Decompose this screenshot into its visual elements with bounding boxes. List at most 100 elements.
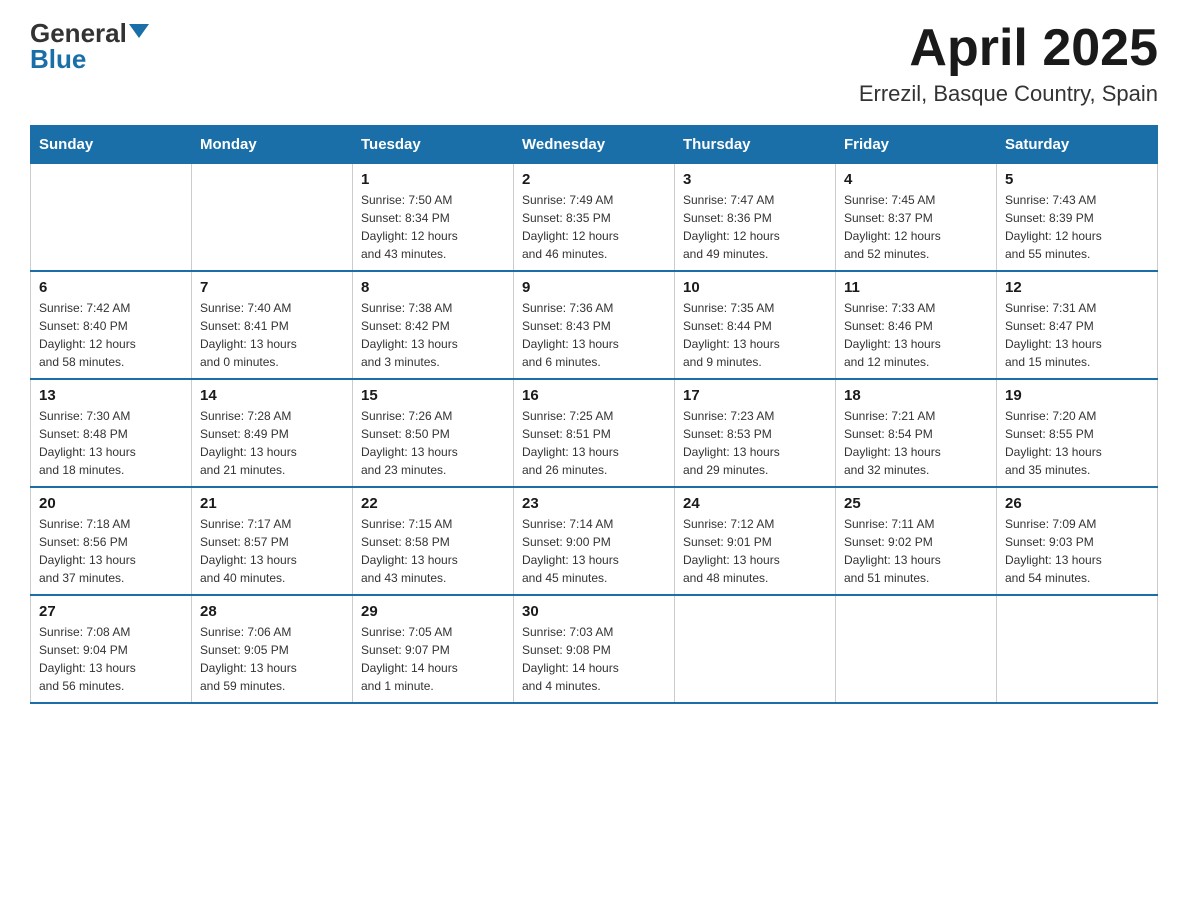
day-info: Sunrise: 7:20 AM Sunset: 8:55 PM Dayligh… (1005, 407, 1149, 479)
header-cell-wednesday: Wednesday (514, 126, 675, 164)
day-info: Sunrise: 7:45 AM Sunset: 8:37 PM Dayligh… (844, 191, 988, 263)
calendar-body: 1Sunrise: 7:50 AM Sunset: 8:34 PM Daylig… (31, 164, 1158, 704)
header-row: SundayMondayTuesdayWednesdayThursdayFrid… (31, 126, 1158, 164)
day-cell: 28 Sunrise: 7:06 AM Sunset: 9:05 PM Dayli… (192, 595, 353, 703)
day-number: 7 (200, 279, 344, 296)
day-cell: 9Sunrise: 7:36 AM Sunset: 8:43 PM Daylig… (514, 271, 675, 379)
day-info: Sunrise: 7:28 AM Sunset: 8:49 PM Dayligh… (200, 407, 344, 479)
day-cell: 1Sunrise: 7:50 AM Sunset: 8:34 PM Daylig… (353, 164, 514, 272)
day-number: 21 (200, 495, 344, 512)
day-cell (31, 164, 192, 272)
day-info: Sunrise: 7:14 AM Sunset: 9:00 PM Dayligh… (522, 515, 666, 587)
day-info: Sunrise: 7:15 AM Sunset: 8:58 PM Dayligh… (361, 515, 505, 587)
day-cell: 19 Sunrise: 7:20 AM Sunset: 8:55 PM Dayli… (997, 379, 1158, 487)
day-number: 18 (844, 387, 988, 404)
calendar-title: April 2025 (859, 20, 1158, 77)
day-info: Sunrise: 7:43 AM Sunset: 8:39 PM Dayligh… (1005, 191, 1149, 263)
day-cell: 3 Sunrise: 7:47 AM Sunset: 8:36 PM Daylig… (675, 164, 836, 272)
day-info: Sunrise: 7:26 AM Sunset: 8:50 PM Dayligh… (361, 407, 505, 479)
day-cell: 6Sunrise: 7:42 AM Sunset: 8:40 PM Daylig… (31, 271, 192, 379)
day-cell: 13 Sunrise: 7:30 AM Sunset: 8:48 PM Dayli… (31, 379, 192, 487)
logo: General Blue (30, 20, 149, 72)
day-info: Sunrise: 7:35 AM Sunset: 8:44 PM Dayligh… (683, 299, 827, 371)
day-info: Sunrise: 7:38 AM Sunset: 8:42 PM Dayligh… (361, 299, 505, 371)
day-cell: 26Sunrise: 7:09 AM Sunset: 9:03 PM Dayli… (997, 487, 1158, 595)
day-info: Sunrise: 7:47 AM Sunset: 8:36 PM Dayligh… (683, 191, 827, 263)
logo-general-text: General (30, 20, 127, 46)
day-number: 14 (200, 387, 344, 404)
day-cell: 29Sunrise: 7:05 AM Sunset: 9:07 PM Dayli… (353, 595, 514, 703)
calendar-header: SundayMondayTuesdayWednesdayThursdayFrid… (31, 126, 1158, 164)
day-cell: 30 Sunrise: 7:03 AM Sunset: 9:08 PM Dayli… (514, 595, 675, 703)
day-info: Sunrise: 7:33 AM Sunset: 8:46 PM Dayligh… (844, 299, 988, 371)
day-cell: 2 Sunrise: 7:49 AM Sunset: 8:35 PM Daylig… (514, 164, 675, 272)
week-row-4: 20 Sunrise: 7:18 AM Sunset: 8:56 PM Dayli… (31, 487, 1158, 595)
page-header: General Blue April 2025 Errezil, Basque … (30, 20, 1158, 107)
day-cell: 20 Sunrise: 7:18 AM Sunset: 8:56 PM Dayli… (31, 487, 192, 595)
day-number: 28 (200, 603, 344, 620)
day-info: Sunrise: 7:08 AM Sunset: 9:04 PM Dayligh… (39, 623, 183, 695)
day-number: 13 (39, 387, 183, 404)
day-cell: 14 Sunrise: 7:28 AM Sunset: 8:49 PM Dayli… (192, 379, 353, 487)
day-info: Sunrise: 7:36 AM Sunset: 8:43 PM Dayligh… (522, 299, 666, 371)
day-info: Sunrise: 7:12 AM Sunset: 9:01 PM Dayligh… (683, 515, 827, 587)
week-row-5: 27Sunrise: 7:08 AM Sunset: 9:04 PM Dayli… (31, 595, 1158, 703)
day-number: 11 (844, 279, 988, 296)
day-number: 17 (683, 387, 827, 404)
day-number: 15 (361, 387, 505, 404)
day-cell: 23 Sunrise: 7:14 AM Sunset: 9:00 PM Dayli… (514, 487, 675, 595)
day-info: Sunrise: 7:25 AM Sunset: 8:51 PM Dayligh… (522, 407, 666, 479)
day-number: 16 (522, 387, 666, 404)
day-cell: 10 Sunrise: 7:35 AM Sunset: 8:44 PM Dayli… (675, 271, 836, 379)
day-number: 3 (683, 171, 827, 188)
day-cell: 17 Sunrise: 7:23 AM Sunset: 8:53 PM Dayli… (675, 379, 836, 487)
day-number: 20 (39, 495, 183, 512)
header-cell-saturday: Saturday (997, 126, 1158, 164)
day-info: Sunrise: 7:50 AM Sunset: 8:34 PM Dayligh… (361, 191, 505, 263)
day-cell: 15 Sunrise: 7:26 AM Sunset: 8:50 PM Dayli… (353, 379, 514, 487)
day-cell (675, 595, 836, 703)
day-info: Sunrise: 7:18 AM Sunset: 8:56 PM Dayligh… (39, 515, 183, 587)
day-cell: 18 Sunrise: 7:21 AM Sunset: 8:54 PM Dayli… (836, 379, 997, 487)
calendar-location: Errezil, Basque Country, Spain (859, 81, 1158, 107)
logo-triangle-icon (129, 24, 149, 38)
day-number: 12 (1005, 279, 1149, 296)
day-cell: 8Sunrise: 7:38 AM Sunset: 8:42 PM Daylig… (353, 271, 514, 379)
day-cell: 24Sunrise: 7:12 AM Sunset: 9:01 PM Dayli… (675, 487, 836, 595)
day-cell: 16 Sunrise: 7:25 AM Sunset: 8:51 PM Dayli… (514, 379, 675, 487)
day-info: Sunrise: 7:17 AM Sunset: 8:57 PM Dayligh… (200, 515, 344, 587)
week-row-1: 1Sunrise: 7:50 AM Sunset: 8:34 PM Daylig… (31, 164, 1158, 272)
day-number: 10 (683, 279, 827, 296)
day-info: Sunrise: 7:21 AM Sunset: 8:54 PM Dayligh… (844, 407, 988, 479)
day-info: Sunrise: 7:23 AM Sunset: 8:53 PM Dayligh… (683, 407, 827, 479)
day-number: 19 (1005, 387, 1149, 404)
day-cell: 22 Sunrise: 7:15 AM Sunset: 8:58 PM Dayli… (353, 487, 514, 595)
day-cell: 27Sunrise: 7:08 AM Sunset: 9:04 PM Dayli… (31, 595, 192, 703)
day-info: Sunrise: 7:42 AM Sunset: 8:40 PM Dayligh… (39, 299, 183, 371)
day-number: 26 (1005, 495, 1149, 512)
day-info: Sunrise: 7:30 AM Sunset: 8:48 PM Dayligh… (39, 407, 183, 479)
day-number: 29 (361, 603, 505, 620)
day-number: 2 (522, 171, 666, 188)
header-cell-monday: Monday (192, 126, 353, 164)
header-cell-sunday: Sunday (31, 126, 192, 164)
day-cell (836, 595, 997, 703)
day-cell (192, 164, 353, 272)
calendar-table: SundayMondayTuesdayWednesdayThursdayFrid… (30, 125, 1158, 704)
header-cell-thursday: Thursday (675, 126, 836, 164)
day-cell: 12Sunrise: 7:31 AM Sunset: 8:47 PM Dayli… (997, 271, 1158, 379)
day-number: 23 (522, 495, 666, 512)
day-cell: 25Sunrise: 7:11 AM Sunset: 9:02 PM Dayli… (836, 487, 997, 595)
day-cell: 7Sunrise: 7:40 AM Sunset: 8:41 PM Daylig… (192, 271, 353, 379)
day-cell: 4Sunrise: 7:45 AM Sunset: 8:37 PM Daylig… (836, 164, 997, 272)
day-cell: 11 Sunrise: 7:33 AM Sunset: 8:46 PM Dayli… (836, 271, 997, 379)
day-number: 22 (361, 495, 505, 512)
title-area: April 2025 Errezil, Basque Country, Spai… (859, 20, 1158, 107)
week-row-3: 13 Sunrise: 7:30 AM Sunset: 8:48 PM Dayli… (31, 379, 1158, 487)
day-info: Sunrise: 7:03 AM Sunset: 9:08 PM Dayligh… (522, 623, 666, 695)
day-info: Sunrise: 7:06 AM Sunset: 9:05 PM Dayligh… (200, 623, 344, 695)
day-cell (997, 595, 1158, 703)
logo-blue-text: Blue (30, 44, 86, 74)
day-number: 30 (522, 603, 666, 620)
day-info: Sunrise: 7:49 AM Sunset: 8:35 PM Dayligh… (522, 191, 666, 263)
